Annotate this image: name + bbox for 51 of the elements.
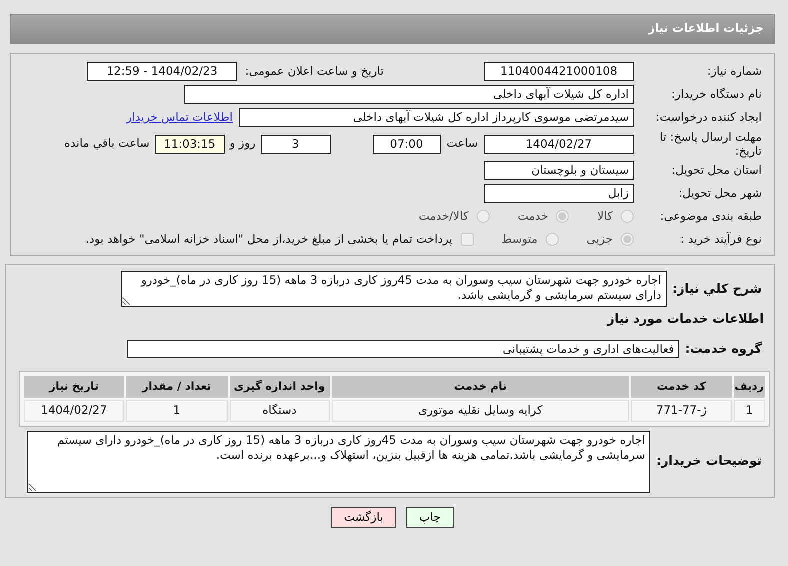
column-header: نام خدمت xyxy=(332,376,630,398)
city-field: زابل xyxy=(484,184,634,203)
need-number-field: 1104004421000108 xyxy=(484,62,634,81)
page-title: جزئیات اطلاعات نیاز xyxy=(648,20,764,38)
option-label: خدمت xyxy=(518,208,548,225)
announce-date-field: 1404/02/23 - 12:59 xyxy=(87,62,238,81)
table-cell: ژ-77-771 xyxy=(631,400,732,422)
field-label: روز و xyxy=(230,135,256,152)
print-button[interactable]: چاپ xyxy=(406,506,454,528)
days-field: 3 xyxy=(260,134,331,154)
table-cell: کرایه وسایل نقلیه موتوری xyxy=(332,400,630,422)
buyer-notes-field[interactable]: اجاره خودرو جهت شهرستان سیب وسوران به مدت 45روز کاری دربازه 3 ماهه (15 روز کاری در ماه)_خودرو دارای سیستم سرمایشی و گرمایشی باشد.تمامی هزینه ها ازقبیل بنزین، استهلاک و...برعهده برنده است. xyxy=(27,430,650,493)
column-header: ردیف xyxy=(734,376,765,398)
table-cell: دستگاه xyxy=(230,400,330,422)
option-label: کالا/خدمت xyxy=(418,208,469,225)
description-field[interactable]: اجاره خودرو جهت شهرستان سیب وسوران به مدت 45روز کاری دربازه 3 ماهه (15 روز کاری در ماه)_خودرو دارای سیستم سرمایشی و گرمایشی باشد. xyxy=(120,271,667,307)
deadline-time-field: 07:00 xyxy=(372,134,441,154)
section-heading: اطلاعات خدمات مورد نیاز xyxy=(608,310,765,328)
column-header: تاریخ نیاز xyxy=(24,376,124,398)
field-label: ساعت باقي مانده xyxy=(64,135,150,152)
field-label: شهر محل تحویل: xyxy=(678,184,763,202)
back-button[interactable]: بازگشت xyxy=(331,506,396,528)
service-group-field: فعالیت‌های اداری و خدمات پشتیبانی xyxy=(127,340,680,358)
option-label: متوسط xyxy=(502,230,538,248)
field-label: شرح کلي نياز: xyxy=(672,280,763,298)
option-label: جزیی xyxy=(586,230,613,248)
creator-field: سیدمرتضی موسوی کارپرداز اداره کل شیلات آبهای داخلی xyxy=(239,108,634,127)
table-cell: 1 xyxy=(734,400,765,422)
field-label: طبقه بندی موضوعی: xyxy=(659,208,763,225)
field-label: مهلت ارسال پاسخ: تا تاریخ: xyxy=(658,130,763,158)
option-text: پرداخت تمام یا بخشی از مبلغ خرید،از محل "اسناد خزانه اسلامی" خواهد بود. xyxy=(86,230,453,248)
field-label: نوع فرآیند خرید : xyxy=(680,230,763,248)
deadline-date-field: 1404/02/27 xyxy=(484,134,634,154)
remaining-time-field: 11:03:15 xyxy=(154,134,225,154)
column-header: تعداد / مقدار xyxy=(126,376,228,398)
table-cell: 1 xyxy=(126,400,228,422)
field-label: گروه خدمت: xyxy=(684,340,763,358)
column-header: کد خدمت xyxy=(631,376,732,398)
contact-link[interactable]: اطلاعات تماس خریدار xyxy=(126,108,233,126)
field-label: استان محل تحویل: xyxy=(670,162,763,179)
column-header: واحد اندازه گیری xyxy=(230,376,330,398)
field-label: توضیحات خریدار: xyxy=(655,452,763,470)
table-cell: 1404/02/27 xyxy=(24,400,124,422)
province-field: سیستان و بلوچستان xyxy=(484,161,634,180)
field-label: ساعت xyxy=(446,135,478,152)
field-label: شماره نیاز: xyxy=(706,62,763,80)
buyer-field: اداره کل شیلات آبهای داخلی xyxy=(184,85,634,104)
field-label: ایجاد کننده درخواست: xyxy=(655,108,763,126)
option-label: کالا xyxy=(597,208,613,225)
field-label: نام دستگاه خریدار: xyxy=(670,86,763,103)
field-label: تاریخ و ساعت اعلان عمومی: xyxy=(245,62,384,80)
